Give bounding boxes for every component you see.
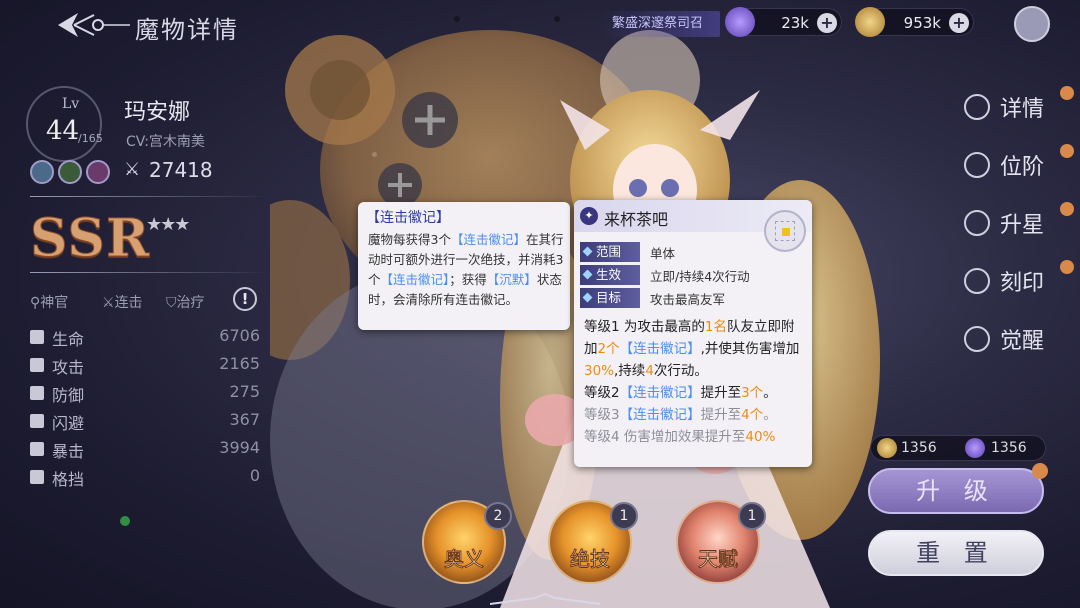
imprint-icon [964, 268, 990, 294]
element-ice-icon[interactable] [30, 160, 54, 184]
skill-level-4: 等级4 伤害增加效果提升至40% [584, 429, 776, 445]
awaken-icon [964, 326, 990, 352]
crit-icon [30, 442, 44, 456]
dodge-icon [30, 414, 44, 428]
skill-count-badge: 1 [738, 502, 766, 530]
notification-dot [1060, 202, 1074, 216]
notification-dot [1060, 144, 1074, 158]
combat-power: 27418 [149, 158, 213, 182]
sword-icon [30, 358, 44, 372]
gold-value: 953k [903, 14, 941, 32]
skill-talent-orb[interactable]: 天赋 1 [676, 500, 766, 584]
tag-combo: ⚔连击 [102, 295, 143, 311]
staff-icon: ⚲ [30, 295, 41, 311]
star-rating: ★★★ [146, 214, 190, 235]
purple-crystal-icon [965, 438, 985, 458]
combo-mark-tooltip: 【连击徽记】 魔物每获得3个【连击徽记】在其行动时可额外进行一次绝技，并消耗3个… [358, 202, 570, 330]
details-icon [964, 94, 990, 120]
skill-title: 来杯茶吧 [604, 210, 669, 229]
purple-crystal-icon [725, 7, 755, 37]
tooltip-title: 【连击徽记】 [366, 210, 450, 226]
nav-rank[interactable]: 位阶 [964, 144, 1074, 184]
shield-icon: ⛉ [166, 295, 177, 311]
skill-level-3: 等级3【连击徽记】提升至4个。 [584, 407, 777, 423]
level-value: 44 [46, 116, 80, 146]
skill-level-2: 等级2【连击徽记】提升至3个。 [584, 385, 777, 401]
gold-coin-icon [877, 438, 897, 458]
castle-home-icon[interactable] [1014, 6, 1050, 42]
cost-coin: 1356 [901, 440, 937, 456]
nav-imprint[interactable]: 刻印 [964, 260, 1074, 300]
gold-resource: 953k + [855, 7, 974, 37]
back-arrow-icon[interactable] [52, 8, 132, 42]
add-gem-button[interactable]: + [817, 13, 837, 33]
rarity-badge: SSR [29, 208, 151, 270]
upgrade-cost: 1356 1356 [870, 435, 1046, 461]
tag-heal: ⛉治疗 [166, 295, 205, 311]
bottom-handle-icon[interactable] [490, 592, 600, 608]
level-label: Lv [62, 96, 80, 112]
skill-attr-row: 范围 单体 [580, 242, 812, 262]
reset-button[interactable]: 重 置 [868, 530, 1044, 576]
divider [30, 272, 270, 273]
skill-type-icon: ✦ [580, 207, 598, 225]
divider [30, 196, 270, 197]
event-banner[interactable]: 繁盛深邃祭司召 [600, 11, 720, 37]
skill-count-badge: 1 [610, 502, 638, 530]
element-dark-icon[interactable] [86, 160, 110, 184]
swords-icon: ⚔ [102, 295, 115, 311]
skill-count-badge: 2 [484, 502, 512, 530]
game-screen: { "header": {"title": "魔物详情", "event_ban… [0, 0, 1080, 608]
skill-level-text: 等级1 为攻击最高的1名队友立即附加2个【连击徽记】,并使其伤害增加30%,持续… [584, 316, 806, 448]
page-title: 魔物详情 [135, 16, 239, 44]
skill-attr-row: 生效 立即/持续4次行动 [580, 265, 812, 285]
gem-resource: 23k + [725, 7, 842, 37]
skill-attr-row: 目标 攻击最高友军 [580, 288, 812, 308]
tag-priest: ⚲神官 [30, 295, 69, 311]
heart-icon [30, 330, 44, 344]
add-gold-button[interactable]: + [949, 13, 969, 33]
notification-dot [1060, 260, 1074, 274]
nav-awaken[interactable]: 觉醒 [964, 322, 1074, 358]
notification-dot [1060, 86, 1074, 100]
nav-details[interactable]: 详情 [964, 86, 1074, 126]
tooltip-body: 魔物每获得3个【连击徽记】在其行动时可额外进行一次绝技，并消耗3个【连击徽记】；… [368, 232, 564, 307]
block-icon [30, 470, 44, 484]
rank-icon [964, 152, 990, 178]
nav-star-up[interactable]: 升星 [964, 202, 1074, 242]
gold-coin-icon [855, 7, 885, 37]
star-sparkle [120, 516, 130, 526]
voice-actor: CV:宫木南美 [126, 134, 205, 150]
help-button[interactable]: ! [233, 287, 257, 311]
crossed-swords-icon: ⚔ [124, 159, 141, 180]
stat-row: 攻击 2165 [30, 352, 260, 378]
stat-row: 闪避 367 [30, 408, 260, 434]
upgrade-button[interactable]: 升 级 [868, 468, 1044, 514]
element-nature-icon[interactable] [58, 160, 82, 184]
stat-row: 防御 275 [30, 380, 260, 406]
skill-tooltip: ✦ 来杯茶吧 范围 单体 生效 立即/持续4次行动 目标 攻击最高友军 等级1 为攻击… [574, 200, 812, 467]
skill-ultimate-orb[interactable]: 奥义 2 [422, 500, 512, 584]
top-bar: 魔物详情 繁盛深邃祭司召 23k + 953k + [0, 0, 1080, 50]
level-max: /165 [78, 132, 103, 145]
skill-special-orb[interactable]: 绝技 1 [548, 500, 638, 584]
shield-icon [30, 386, 44, 400]
stat-row: 生命 6706 [30, 324, 260, 350]
star-icon [964, 210, 990, 236]
stat-row: 暴击 3994 [30, 436, 260, 462]
character-name: 玛安娜 [124, 100, 191, 125]
notification-dot [1032, 463, 1048, 479]
gem-value: 23k [781, 14, 809, 32]
cost-crystal: 1356 [991, 440, 1027, 456]
skill-level-1: 等级1 为攻击最高的1名队友立即附加2个【连击徽记】,并使其伤害增加30%,持续… [584, 319, 800, 379]
stat-row: 格挡 0 [30, 464, 260, 490]
